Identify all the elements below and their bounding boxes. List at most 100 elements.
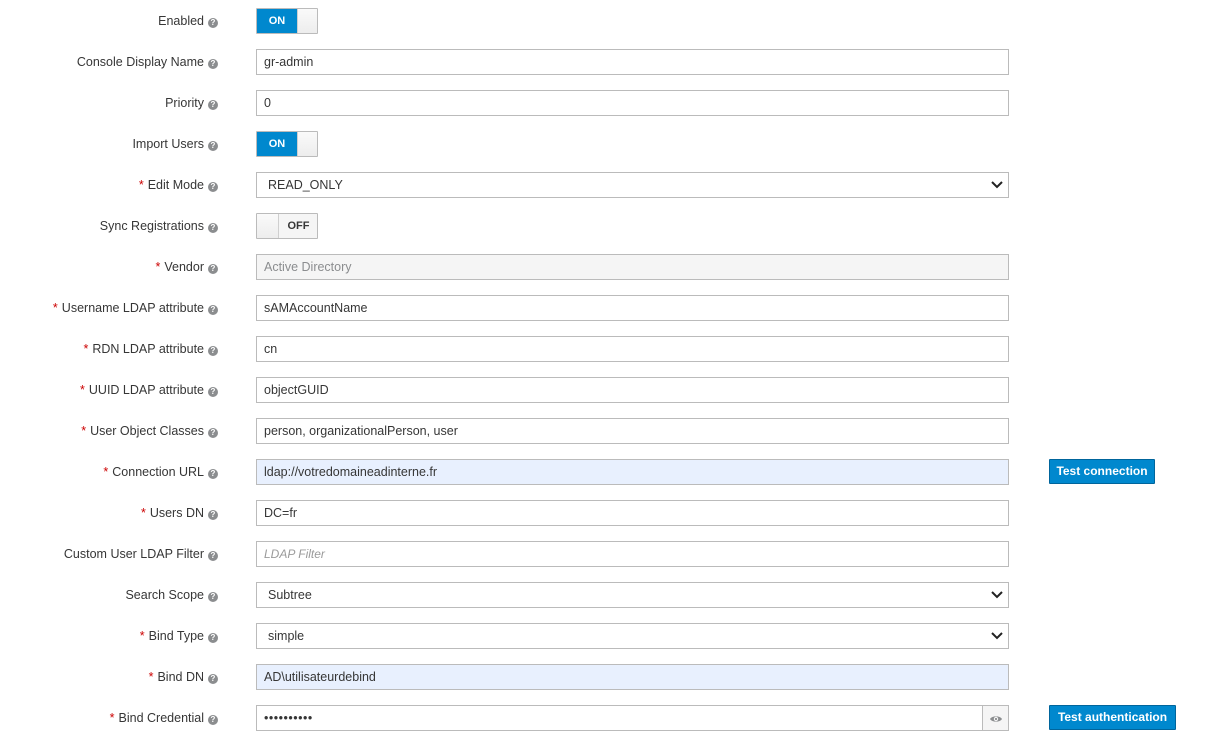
required-marker: * xyxy=(155,260,161,274)
row-search-scope: Search Scope? Subtree xyxy=(0,582,1206,608)
required-marker: * xyxy=(81,424,87,438)
help-icon[interactable]: ? xyxy=(208,182,218,192)
eye-icon xyxy=(990,716,1002,722)
row-custom-user-ldap-filter: Custom User LDAP Filter? LDAP Filter xyxy=(0,541,1206,567)
label-username-ldap-attribute: * Username LDAP attribute? xyxy=(53,295,218,321)
test-authentication-button[interactable]: Test authentication xyxy=(1049,705,1176,730)
help-icon[interactable]: ? xyxy=(208,264,218,274)
chevron-down-icon xyxy=(991,181,1003,189)
row-bind-dn: * Bind DN? AD\utilisateurdebind xyxy=(0,664,1206,690)
users-dn-input[interactable]: DC=fr xyxy=(256,500,1009,526)
label-import-users: Import Users? xyxy=(132,131,218,157)
edit-mode-value: READ_ONLY xyxy=(268,178,343,192)
test-connection-button[interactable]: Test connection xyxy=(1049,459,1155,484)
bind-dn-input[interactable]: AD\utilisateurdebind xyxy=(256,664,1009,690)
row-sync-registrations: Sync Registrations? OFF xyxy=(0,213,1206,239)
label-vendor: * Vendor? xyxy=(155,254,218,280)
show-password-button[interactable] xyxy=(983,705,1009,731)
toggle-knob xyxy=(297,9,317,33)
help-icon[interactable]: ? xyxy=(208,510,218,520)
chevron-down-icon xyxy=(991,591,1003,599)
username-ldap-attribute-input[interactable]: sAMAccountName xyxy=(256,295,1009,321)
label-bind-dn: * Bind DN? xyxy=(149,664,218,690)
label-rdn-ldap-attribute: * RDN LDAP attribute? xyxy=(83,336,218,362)
vendor-input: Active Directory xyxy=(256,254,1009,280)
toggle-knob xyxy=(297,132,317,156)
help-icon[interactable]: ? xyxy=(208,18,218,28)
row-import-users: Import Users? ON xyxy=(0,131,1206,157)
required-marker: * xyxy=(103,465,109,479)
required-marker: * xyxy=(83,342,89,356)
help-icon[interactable]: ? xyxy=(208,715,218,725)
label-users-dn: * Users DN? xyxy=(141,500,218,526)
console-display-name-input[interactable]: gr-admin xyxy=(256,49,1009,75)
sync-registrations-toggle[interactable]: OFF xyxy=(256,213,318,239)
row-edit-mode: * Edit Mode? READ_ONLY xyxy=(0,172,1206,198)
row-priority: Priority? 0 xyxy=(0,90,1206,116)
row-enabled: Enabled? ON xyxy=(0,8,1206,34)
help-icon[interactable]: ? xyxy=(208,346,218,356)
toggle-knob xyxy=(257,214,279,238)
row-users-dn: * Users DN? DC=fr xyxy=(0,500,1206,526)
search-scope-value: Subtree xyxy=(268,588,312,602)
import-users-toggle[interactable]: ON xyxy=(256,131,318,157)
row-user-object-classes: * User Object Classes? person, organizati… xyxy=(0,418,1206,444)
required-marker: * xyxy=(80,383,85,397)
required-marker: * xyxy=(109,711,115,725)
label-console-display-name: Console Display Name? xyxy=(77,49,218,75)
help-icon[interactable]: ? xyxy=(208,592,218,602)
connection-url-input[interactable]: ldap://votredomaineadinterne.fr xyxy=(256,459,1009,485)
edit-mode-select[interactable]: READ_ONLY xyxy=(256,172,1009,198)
user-object-classes-input[interactable]: person, organizationalPerson, user xyxy=(256,418,1009,444)
label-search-scope: Search Scope? xyxy=(125,582,218,608)
uuid-ldap-attribute-input[interactable]: objectGUID xyxy=(256,377,1009,403)
required-marker: * xyxy=(148,670,154,684)
required-marker: * xyxy=(139,629,145,643)
label-sync-registrations: Sync Registrations? xyxy=(100,213,218,239)
label-priority: Priority? xyxy=(165,90,218,116)
label-connection-url: * Connection URL? xyxy=(103,459,218,485)
chevron-down-icon xyxy=(991,632,1003,640)
help-icon[interactable]: ? xyxy=(208,674,218,684)
rdn-ldap-attribute-input[interactable]: cn xyxy=(256,336,1009,362)
help-icon[interactable]: ? xyxy=(208,59,218,69)
row-connection-url: * Connection URL? ldap://votredomaineadin… xyxy=(0,459,1206,485)
search-scope-select[interactable]: Subtree xyxy=(256,582,1009,608)
required-marker: * xyxy=(140,506,146,520)
custom-user-ldap-filter-input[interactable]: LDAP Filter xyxy=(256,541,1009,567)
toggle-on-label: ON xyxy=(257,132,297,156)
help-icon[interactable]: ? xyxy=(208,141,218,151)
help-icon[interactable]: ? xyxy=(208,305,218,315)
bind-type-select[interactable]: simple xyxy=(256,623,1009,649)
help-icon[interactable]: ? xyxy=(208,223,218,233)
toggle-off-label: OFF xyxy=(279,214,317,238)
label-bind-type: * Bind Type? xyxy=(140,623,218,649)
label-enabled: Enabled? xyxy=(158,8,218,34)
help-icon[interactable]: ? xyxy=(208,469,218,479)
priority-input[interactable]: 0 xyxy=(256,90,1009,116)
label-uuid-ldap-attribute: * UUID LDAP attribute? xyxy=(80,377,218,403)
enabled-toggle[interactable]: ON xyxy=(256,8,318,34)
bind-type-value: simple xyxy=(268,629,305,643)
label-custom-user-ldap-filter: Custom User LDAP Filter? xyxy=(64,541,218,567)
help-icon[interactable]: ? xyxy=(208,551,218,561)
row-bind-credential: * Bind Credential? •••••••••• Test authen… xyxy=(0,705,1206,731)
label-bind-credential: * Bind Credential? xyxy=(110,705,218,731)
help-icon[interactable]: ? xyxy=(208,387,218,397)
required-marker: * xyxy=(138,178,144,192)
row-vendor: * Vendor? Active Directory xyxy=(0,254,1206,280)
toggle-on-label: ON xyxy=(257,9,297,33)
help-icon[interactable]: ? xyxy=(208,428,218,438)
required-marker: * xyxy=(52,301,58,315)
row-username-ldap-attribute: * Username LDAP attribute? sAMAccountName xyxy=(0,295,1206,321)
row-bind-type: * Bind Type? simple xyxy=(0,623,1206,649)
row-uuid-ldap-attribute: * UUID LDAP attribute? objectGUID xyxy=(0,377,1206,403)
label-edit-mode: * Edit Mode? xyxy=(139,172,218,198)
help-icon[interactable]: ? xyxy=(208,100,218,110)
row-console-display-name: Console Display Name? gr-admin xyxy=(0,49,1206,75)
row-rdn-ldap-attribute: * RDN LDAP attribute? cn xyxy=(0,336,1206,362)
help-icon[interactable]: ? xyxy=(208,633,218,643)
label-user-object-classes: * User Object Classes? xyxy=(81,418,218,444)
bind-credential-input[interactable]: •••••••••• xyxy=(256,705,983,731)
ldap-provider-form: Enabled? ON Console Display Name? gr-adm… xyxy=(0,0,1206,748)
